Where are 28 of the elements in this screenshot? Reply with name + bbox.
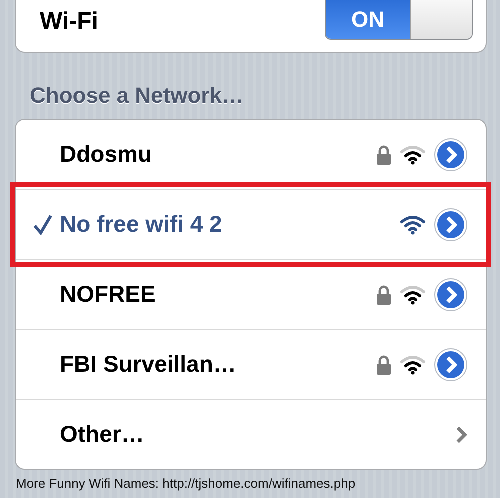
network-name: FBI Surveillan… bbox=[60, 351, 238, 378]
network-row[interactable]: Other… bbox=[16, 400, 486, 469]
wifi-icon bbox=[400, 214, 426, 234]
chevron-icon bbox=[456, 426, 468, 444]
caption: More Funny Wifi Names: http://tjshome.com/wifinames.php bbox=[15, 475, 357, 491]
section-title: Choose a Network… bbox=[29, 82, 245, 110]
detail-disclosure-button[interactable] bbox=[434, 348, 468, 382]
detail-disclosure-button[interactable] bbox=[434, 138, 468, 172]
network-row[interactable]: Ddosmu bbox=[16, 120, 486, 189]
wifi-toggle[interactable]: ON bbox=[325, 0, 473, 40]
lock-icon bbox=[376, 144, 392, 164]
wifi-label: Wi-Fi bbox=[40, 8, 98, 36]
network-row[interactable]: FBI Surveillan… bbox=[16, 330, 486, 399]
detail-disclosure-button[interactable] bbox=[434, 278, 468, 312]
network-name: Ddosmu bbox=[60, 141, 153, 168]
network-name: No free wifi 4 2 bbox=[60, 211, 224, 238]
network-row[interactable]: No free wifi 4 2 bbox=[16, 190, 486, 259]
check-icon bbox=[32, 214, 54, 236]
toggle-text: ON bbox=[326, 0, 410, 39]
wifi-icon bbox=[400, 144, 426, 164]
wifi-icon bbox=[400, 354, 426, 374]
network-row[interactable]: NOFREE bbox=[16, 260, 486, 329]
lock-icon bbox=[376, 284, 392, 304]
lock-icon bbox=[376, 354, 392, 374]
network-name: Other… bbox=[60, 421, 146, 448]
network-name: NOFREE bbox=[60, 281, 157, 308]
detail-disclosure-button[interactable] bbox=[434, 208, 468, 242]
wifi-icon bbox=[400, 284, 426, 304]
